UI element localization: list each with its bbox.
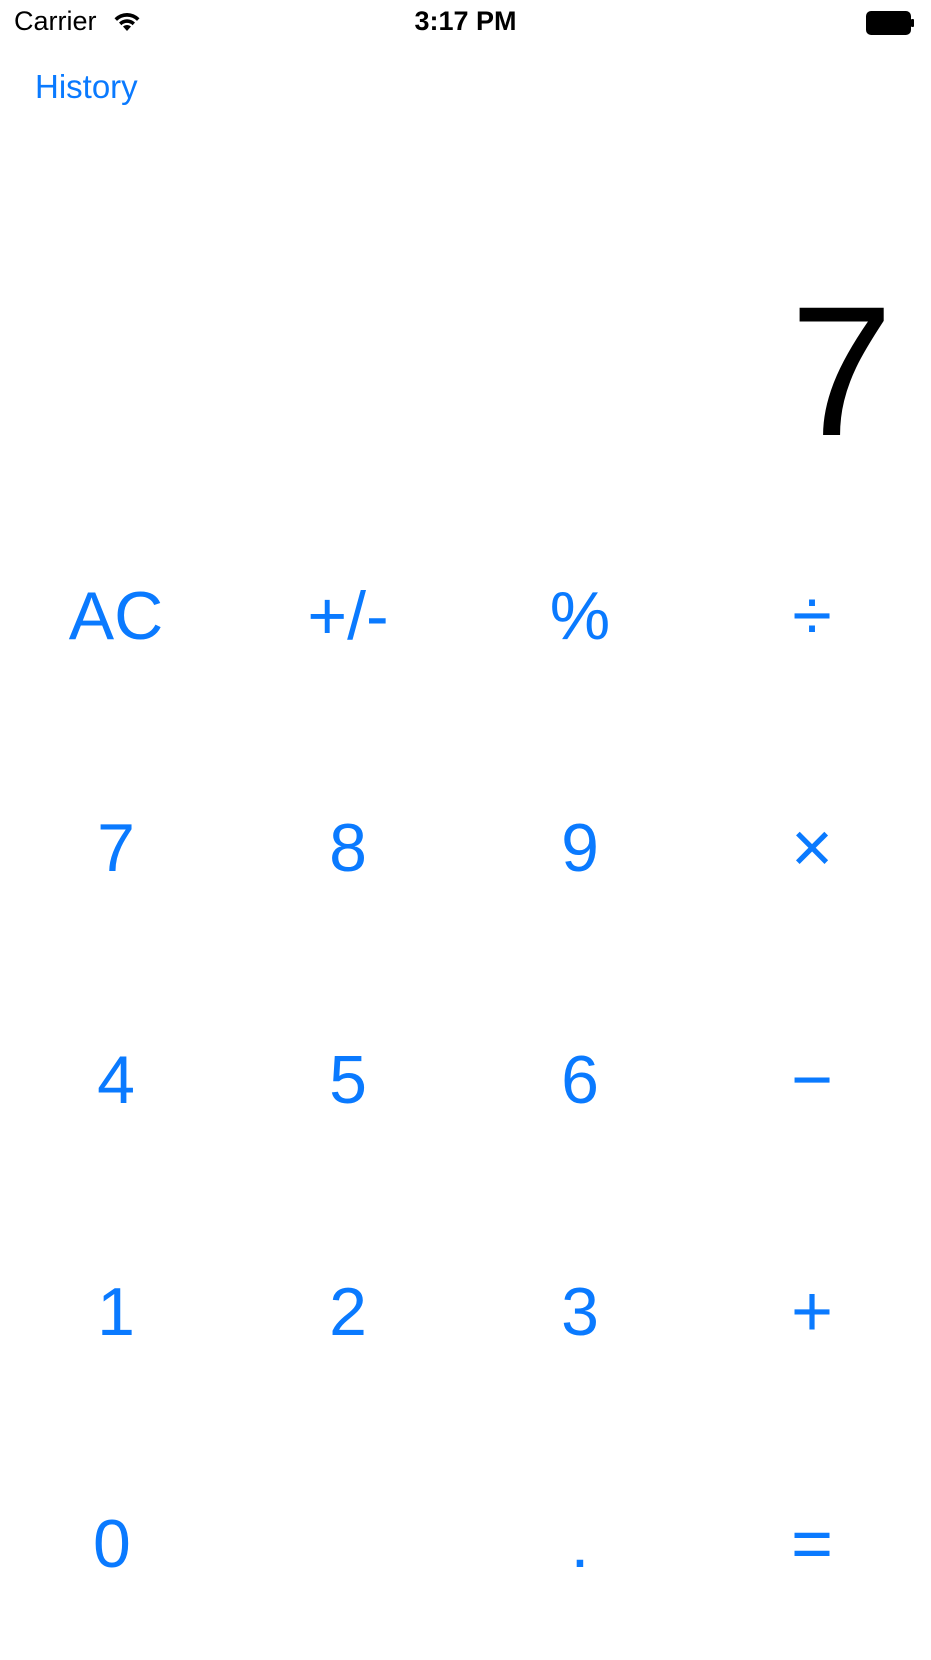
- digit-8-button[interactable]: 8: [232, 732, 464, 964]
- status-bar: Carrier 3:17 PM: [0, 0, 931, 48]
- equals-button[interactable]: =: [696, 1428, 928, 1660]
- all-clear-button[interactable]: AC: [0, 500, 232, 732]
- digit-2-button[interactable]: 2: [232, 1196, 464, 1428]
- status-time: 3:17 PM: [414, 6, 517, 36]
- digit-5-button[interactable]: 5: [232, 964, 464, 1196]
- percent-button[interactable]: %: [464, 500, 696, 732]
- history-button[interactable]: History: [35, 68, 138, 106]
- empty-key-slot: [232, 1428, 464, 1660]
- decimal-button[interactable]: .: [464, 1428, 696, 1660]
- keypad: AC +/- % ÷ 7 8 9 × 4 5 6 − 1 2 3 + 0 . =: [0, 500, 931, 1656]
- add-button[interactable]: +: [696, 1196, 928, 1428]
- digit-0-button[interactable]: 0: [0, 1428, 232, 1660]
- battery-icon: [866, 11, 916, 35]
- digit-7-button[interactable]: 7: [0, 732, 232, 964]
- digit-3-button[interactable]: 3: [464, 1196, 696, 1428]
- multiply-button[interactable]: ×: [696, 732, 928, 964]
- digit-1-button[interactable]: 1: [0, 1196, 232, 1428]
- digit-9-button[interactable]: 9: [464, 732, 696, 964]
- digit-6-button[interactable]: 6: [464, 964, 696, 1196]
- divide-button[interactable]: ÷: [696, 500, 928, 732]
- subtract-button[interactable]: −: [696, 964, 928, 1196]
- sign-toggle-button[interactable]: +/-: [232, 500, 464, 732]
- result-display: 7: [790, 269, 893, 475]
- digit-4-button[interactable]: 4: [0, 964, 232, 1196]
